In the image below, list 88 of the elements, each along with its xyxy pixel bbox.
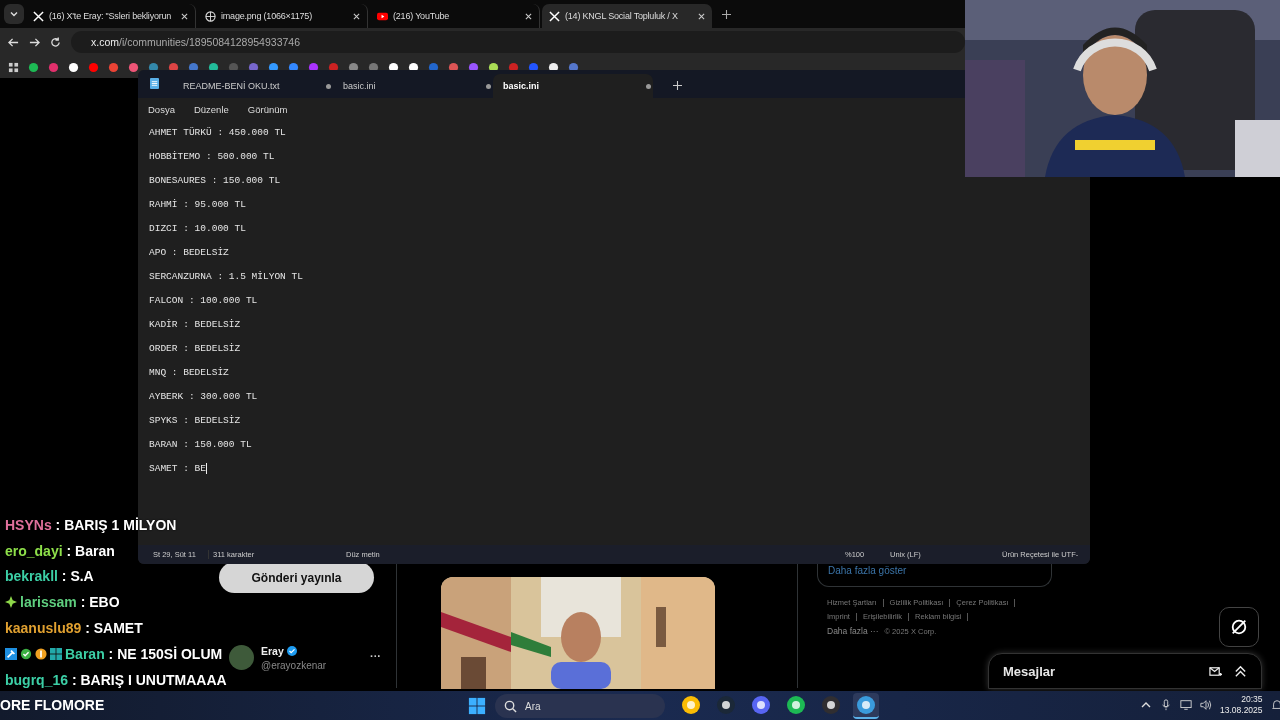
play-icon [377,10,388,22]
caret-icon [10,10,18,18]
windows-start-icon[interactable] [468,697,486,715]
text-line: AHMET TÜRKÜ : 450.000 TL [149,126,287,140]
text-line: BONESAURES : 150.000 TL [149,174,282,188]
editor-tab[interactable]: README-BENİ OKU.txt [173,74,333,98]
more-button[interactable]: ··· [370,650,381,662]
verified-badge-icon [286,646,297,656]
taskbar-app[interactable] [853,693,879,719]
clock-time[interactable]: 20:35 [1241,694,1263,705]
text-line: SPYKS : BEDELSİZ [149,414,242,428]
text-line: FALCON : 100.000 TL [149,294,259,308]
messages-title: Mesajlar [1003,663,1057,679]
slashed-circle-icon [1230,618,1248,636]
microphone-icon[interactable] [1160,699,1172,711]
globe-icon [205,10,216,22]
clock-date[interactable]: 13.08.2025 [1220,705,1263,716]
text-line: BARAN : 150.000 TL [149,438,253,452]
text-line: RAHMİ : 95.000 TL [149,198,247,212]
show-more-link[interactable]: Daha fazla göster [828,565,907,576]
chat-message: HSYNs : BARIŞ 1 MİLYON [5,516,177,533]
x-logo-icon [33,10,44,22]
new-tab-icon[interactable] [722,9,731,19]
more-link[interactable]: Daha fazla ··· [827,626,879,636]
collapse-icon[interactable] [1234,664,1247,678]
search-field[interactable]: Ara [495,694,665,718]
author-handle[interactable]: @erayozkenar [261,660,327,671]
app-icon [856,695,876,715]
menu-item[interactable]: Dosya [148,103,175,115]
new-message-icon[interactable] [1209,664,1222,678]
app-icon [786,695,806,715]
chat-message: ero_dayi : Baran [5,542,115,559]
chat-message: larissam : EBO [20,594,120,611]
chat-message: bugrq_16 : BARIŞ I UNUTMAAAA [5,671,227,688]
back-icon[interactable] [8,36,19,48]
author-name[interactable]: Eray [261,645,284,657]
text-line: SAMET : BE [149,462,209,476]
menu-item[interactable]: Görünüm [247,103,288,115]
reload-icon[interactable] [50,36,61,48]
apps-icon[interactable] [8,61,19,73]
ticker-text: ORE FLOMORE [0,697,105,713]
app-icon [751,695,771,715]
messages-panel[interactable]: Mesajlar [988,653,1262,689]
bookmark-icon[interactable] [68,61,79,73]
menu-item[interactable]: Düzenle [193,103,229,115]
hammer-badge-icon [5,647,17,660]
app-icon [681,695,701,715]
chat-message: bekrakll : S.A [5,568,94,585]
editor-tab[interactable]: basic.ini [493,74,653,98]
app-icon [821,695,841,715]
notepad-icon [150,78,159,89]
text-line: MNQ : BEDELSİZ [149,366,230,380]
grok-button[interactable] [1219,607,1259,647]
new-tab-icon[interactable] [673,81,682,90]
grid-badge-icon [50,647,62,660]
close-icon[interactable] [181,12,188,20]
address-field[interactable]: x.com/i/communities/1895084128954933746 [71,31,965,53]
text-line: SERCANZURNA : 1.5 MİLYON TL [149,270,304,284]
text-line: AYBERK : 300.000 TL [149,390,259,404]
editor-tab[interactable]: basic.ini [333,74,493,98]
unsaved-dot-icon [326,83,331,89]
check-badge-icon [20,647,32,660]
text-line: APO : BEDELSİZ [149,246,230,260]
text-line: DIZCI : 10.000 TL [149,222,247,236]
text-line: ORDER : BEDELSİZ [149,342,242,356]
avatar[interactable] [229,645,254,670]
chat-message: Baran : NE 150Sİ OLUM [65,645,223,662]
diamond-icon [5,596,17,609]
post-button[interactable]: Gönderi yayınla [219,562,374,593]
close-icon[interactable] [525,12,532,20]
app-icon [716,695,736,715]
close-icon[interactable] [353,12,360,20]
chat-message: kaanuslu89 : SAMET [5,620,143,637]
tab-list-button[interactable] [4,4,24,24]
volume-icon[interactable] [1200,699,1212,711]
x-logo-icon [549,10,560,22]
display-icon[interactable] [1180,699,1192,711]
text-line: HOBBİTEMO : 500.000 TL [149,150,276,164]
text-line: KADİR : BEDELSİZ [149,318,242,332]
search-icon [504,699,517,713]
forward-icon[interactable] [29,36,40,48]
unsaved-dot-icon [646,83,651,89]
bookmark-icon[interactable] [28,61,39,73]
coin-badge-icon [35,647,47,660]
close-icon[interactable] [698,12,705,20]
browser-tab[interactable]: (14) KNGL Social Topluluk / X [542,4,712,28]
bell-icon[interactable] [1270,699,1280,711]
unsaved-dot-icon [486,83,491,89]
